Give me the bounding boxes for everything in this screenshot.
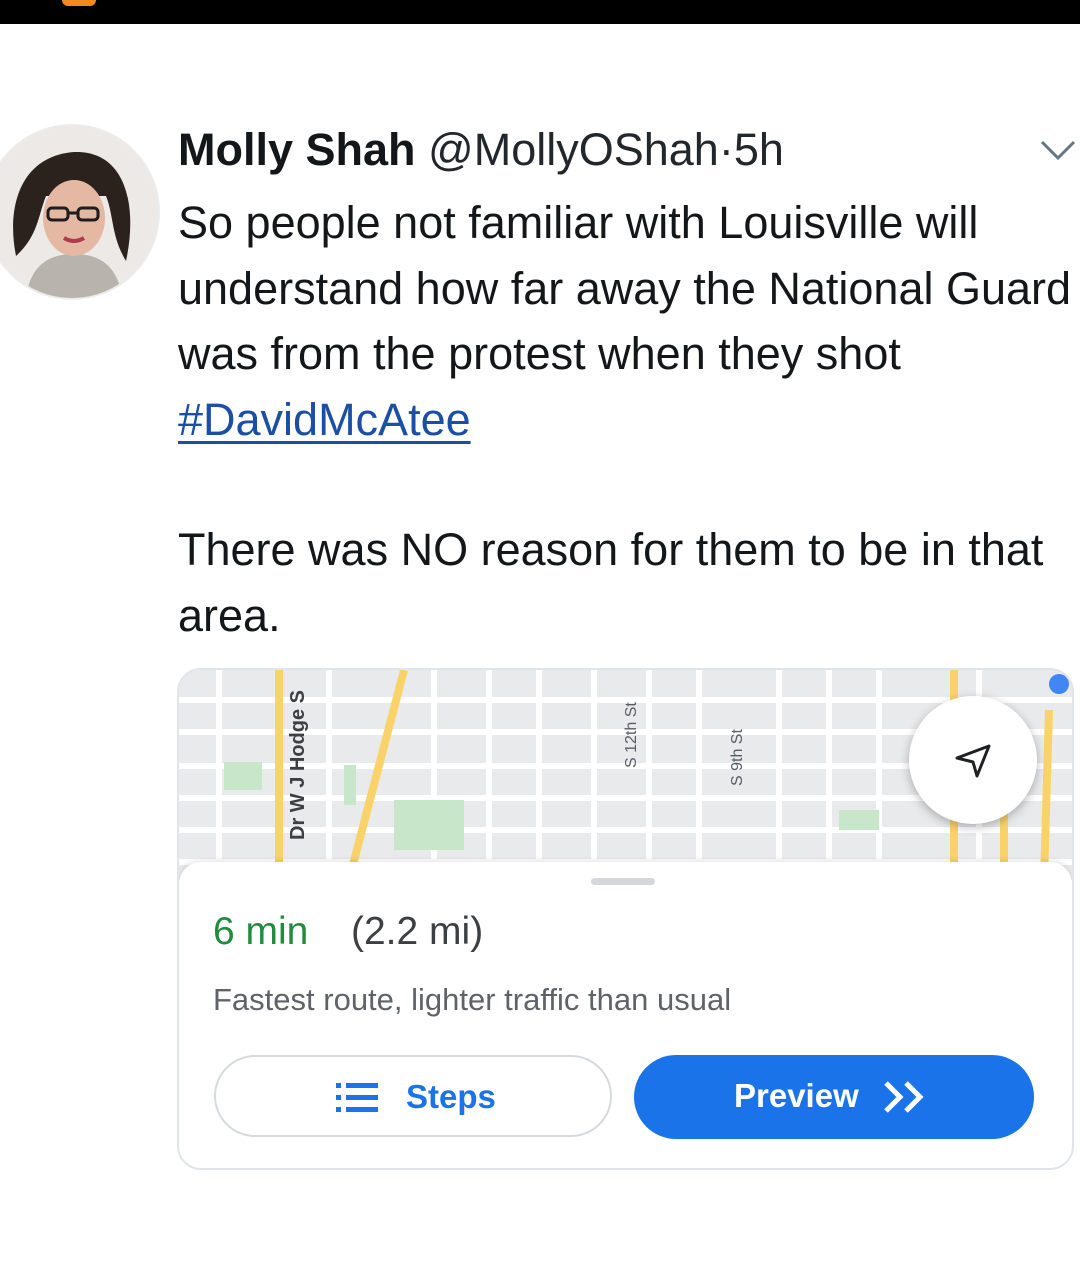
author-name[interactable]: Molly Shah [178, 124, 416, 175]
map-card[interactable]: Dr W J Hodge S S 12th St S 9th St 6 min … [177, 668, 1074, 1170]
drag-handle[interactable] [591, 878, 655, 885]
avatar-image [0, 126, 158, 298]
separator-dot: · [718, 124, 734, 175]
tweet-header: Molly Shah @MollyOShah·5h [178, 124, 784, 176]
list-icon [336, 1083, 378, 1112]
chevron-down-icon[interactable] [1038, 136, 1078, 164]
author-handle[interactable]: @MollyOShah [428, 124, 719, 175]
top-bar [0, 0, 1080, 24]
tweet-paragraph: There was NO reason for them to be in th… [178, 524, 1044, 641]
street-label: Dr W J Hodge S [287, 689, 309, 840]
hashtag-link[interactable]: #DavidMcAtee [178, 394, 471, 445]
steps-button[interactable]: Steps [214, 1055, 612, 1137]
route-sheet: 6 min (2.2 mi) Fastest route, lighter tr… [179, 862, 1072, 1168]
navigation-arrow-icon [955, 744, 991, 778]
recenter-button[interactable] [909, 696, 1037, 824]
tweet-paragraph: So people not familiar with Louisville w… [178, 190, 1078, 452]
street-label: S 9th St [729, 729, 746, 786]
street-label: S 12th St [623, 702, 640, 768]
double-chevron-right-icon [884, 1081, 924, 1113]
top-accent [62, 0, 96, 6]
avatar[interactable] [0, 126, 158, 298]
map-area[interactable]: Dr W J Hodge S S 12th St S 9th St [179, 670, 1072, 880]
route-time: 6 min [213, 910, 309, 953]
tweet-text: So people not familiar with Louisville w… [178, 190, 1078, 648]
tweet-time[interactable]: 5h [734, 124, 784, 175]
steps-label: Steps [406, 1078, 496, 1115]
preview-button[interactable]: Preview [634, 1055, 1034, 1139]
route-description: Fastest route, lighter traffic than usua… [213, 982, 732, 1017]
preview-label: Preview [734, 1077, 859, 1114]
route-distance: (2.2 mi) [351, 910, 484, 953]
tweet-text-part: So people not familiar with Louisville w… [178, 197, 1072, 379]
